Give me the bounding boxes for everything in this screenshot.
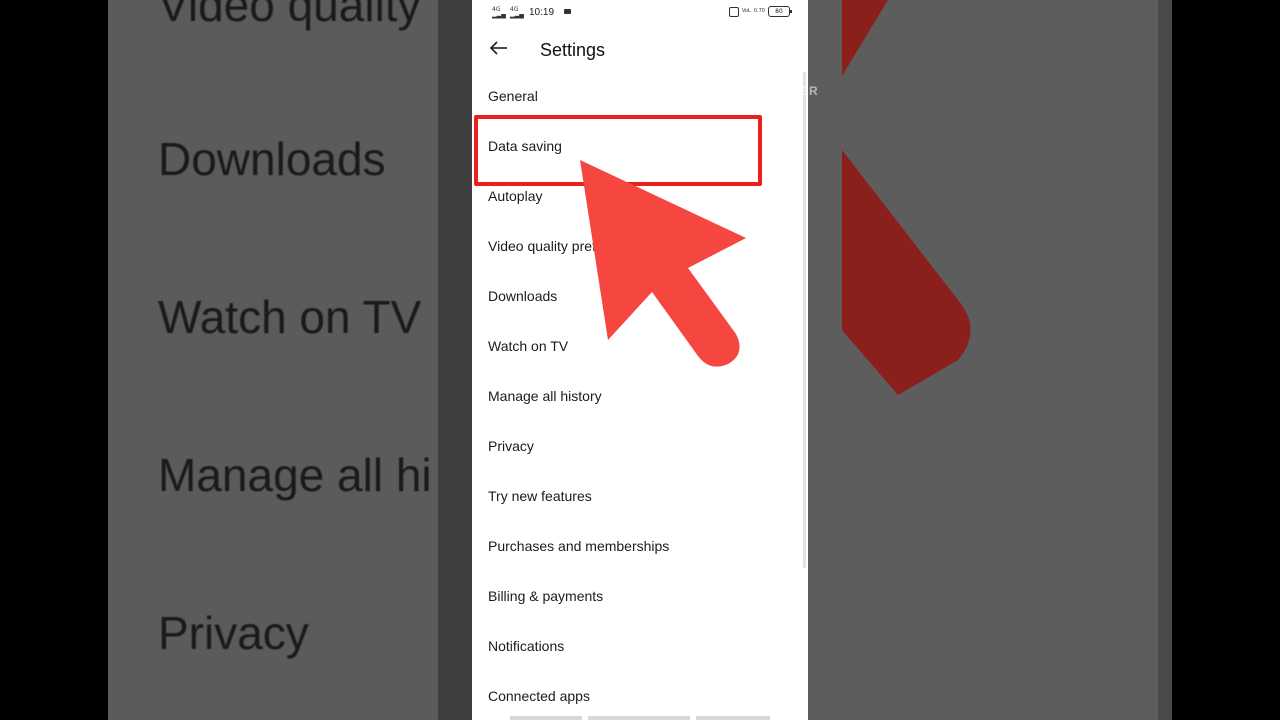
clock: 10:19 (529, 7, 555, 18)
status-right: VoL 0.70 80 (728, 6, 792, 17)
bg-text-manage-history: Manage all hi (158, 449, 432, 501)
signal-1-icon: 4G ▂▃▅ (492, 6, 506, 19)
watermark: K KINEMASTER (728, 32, 820, 108)
signal-2-icon: 4G ▂▃▅ (510, 6, 524, 19)
background-strip (438, 0, 472, 720)
back-button[interactable] (486, 34, 514, 62)
network-type-2: 4G (510, 6, 519, 13)
bg-arrow-shape (842, 0, 971, 395)
bg-text-video-quality: Video quality (158, 0, 421, 31)
volte-indicator: VoL (741, 8, 751, 14)
vibrate-icon (728, 6, 739, 17)
background-strip-right (1158, 0, 1172, 720)
nav-hint-2 (588, 716, 690, 720)
scrollbar[interactable] (803, 72, 806, 568)
nav-hint-3 (696, 716, 770, 720)
video-record-icon (564, 9, 571, 14)
menu-item-billing[interactable]: Billing & payments (472, 571, 808, 621)
arrow-left-icon (489, 41, 507, 55)
watermark-letter: K (764, 42, 782, 72)
watermark-text: KINEMASTER (729, 84, 819, 98)
battery-icon: 80 (768, 6, 792, 17)
background-blur-left: Video quality Downloads Watch on TV Mana… (108, 0, 438, 720)
menu-item-privacy[interactable]: Privacy (472, 421, 808, 471)
pointer-arrow-icon (580, 160, 746, 367)
bg-text-watch-on-tv: Watch on TV (158, 291, 422, 343)
background-blur-right (808, 0, 1172, 720)
menu-item-notifications[interactable]: Notifications (472, 621, 808, 671)
network-type-1: 4G (492, 6, 501, 13)
page-title: Settings (540, 40, 606, 60)
nav-hint-1 (510, 716, 582, 720)
bg-text-privacy: Privacy (158, 607, 309, 659)
menu-item-try-new-features[interactable]: Try new features (472, 471, 808, 521)
bg-text-downloads: Downloads (158, 133, 386, 185)
menu-item-connected-apps[interactable]: Connected apps (472, 671, 808, 720)
status-bar: 4G ▂▃▅ 4G ▂▃▅ 10:19 VoL 0.70 80 (472, 0, 808, 26)
video-frame: Video quality Downloads Watch on TV Mana… (0, 0, 1280, 720)
data-speed: 0.70 (753, 8, 765, 14)
menu-item-purchases[interactable]: Purchases and memberships (472, 521, 808, 571)
